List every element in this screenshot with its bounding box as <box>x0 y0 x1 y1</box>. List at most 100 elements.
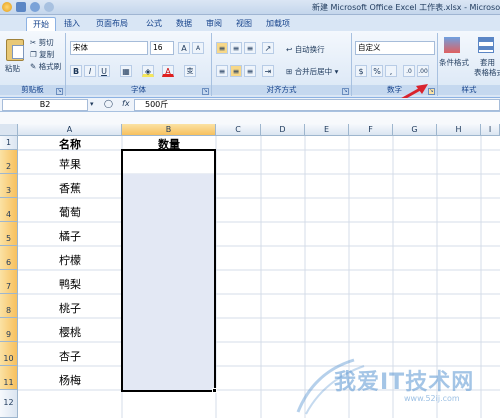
row-header-5[interactable]: 5 <box>0 222 18 246</box>
column-header-h[interactable]: H <box>437 124 481 136</box>
orientation-icon[interactable]: ↗ <box>262 42 274 54</box>
wrap-icon: ↩ <box>286 45 293 54</box>
align-right-icon[interactable]: ≡ <box>244 65 256 77</box>
comma-button[interactable]: , <box>385 65 397 77</box>
conditional-format-button[interactable]: 条件格式 <box>439 57 469 68</box>
row-header-4[interactable]: 4 <box>0 198 18 222</box>
align-center-icon[interactable]: ≡ <box>230 65 242 77</box>
shrink-font-button[interactable]: A <box>192 42 204 54</box>
row-header-11[interactable]: 11 <box>0 366 18 390</box>
tab-addins[interactable]: 加载项 <box>260 17 296 31</box>
indent-icon[interactable]: ⇥ <box>262 65 274 77</box>
fill-handle[interactable] <box>212 388 217 393</box>
row-header-1[interactable]: 1 <box>0 136 18 150</box>
formula-bar: B2 ▾ ◯ fx 500斤 <box>0 98 500 112</box>
alignment-group: ≡ ≡ ≡ ↗ ≡ ≡ ≡ ⇥ ↩ 自动换行 ⊞ 合并后居中 ▾ 对齐方式 ↘ <box>212 33 352 96</box>
undo-icon[interactable] <box>30 2 40 12</box>
row-header-7[interactable]: 7 <box>0 270 18 294</box>
tab-page-layout[interactable]: 页面布局 <box>90 17 134 31</box>
selection-border[interactable] <box>121 149 216 392</box>
row-header-9[interactable]: 9 <box>0 318 18 342</box>
row-header-8[interactable]: 8 <box>0 294 18 318</box>
save-icon[interactable] <box>16 2 26 12</box>
office-button-icon[interactable] <box>2 2 12 12</box>
expand-icon[interactable]: ◯ <box>104 99 113 108</box>
title-bar: 新建 Microsoft Office Excel 工作表.xlsx - Mic… <box>0 0 500 15</box>
merge-center-button[interactable]: ⊞ 合并后居中 ▾ <box>286 66 338 77</box>
column-header-b[interactable]: B <box>122 124 216 136</box>
percent-button[interactable]: % <box>371 65 383 77</box>
row-header-3[interactable]: 3 <box>0 174 18 198</box>
tab-review[interactable]: 审阅 <box>200 17 228 31</box>
phonetic-button[interactable]: 变 <box>184 65 196 77</box>
cell-a3[interactable]: 香蕉 <box>18 180 122 196</box>
italic-button[interactable]: I <box>84 65 96 77</box>
grow-font-button[interactable]: A <box>178 42 190 54</box>
cell-a6[interactable]: 柠檬 <box>18 252 122 268</box>
column-header-e[interactable]: E <box>305 124 349 136</box>
column-header-a[interactable]: A <box>18 124 122 136</box>
scissors-icon: ✂ <box>30 38 37 47</box>
tab-home[interactable]: 开始 <box>26 17 56 31</box>
table-format-icon[interactable] <box>478 37 494 53</box>
bold-button[interactable]: B <box>70 65 82 77</box>
font-launcher-icon[interactable]: ↘ <box>202 88 209 95</box>
align-middle-icon[interactable]: ≡ <box>230 42 242 54</box>
borders-icon[interactable]: ▦ <box>120 65 132 77</box>
copy-icon: ❐ <box>30 50 37 59</box>
align-top-icon[interactable]: ≡ <box>216 42 228 54</box>
cell-a7[interactable]: 鸭梨 <box>18 276 122 292</box>
column-header-f[interactable]: F <box>349 124 393 136</box>
number-format-select[interactable]: 自定义 <box>355 41 435 55</box>
cell-a5[interactable]: 橘子 <box>18 228 122 244</box>
font-color-icon[interactable]: A <box>162 65 174 77</box>
font-size-select[interactable]: 16 <box>150 41 174 55</box>
align-left-icon[interactable]: ≡ <box>216 65 228 77</box>
brush-icon: ✎ <box>30 62 37 71</box>
alignment-launcher-icon[interactable]: ↘ <box>342 88 349 95</box>
copy-button[interactable]: ❐ 复制 <box>30 49 54 60</box>
tab-data[interactable]: 数据 <box>170 17 198 31</box>
cell-a2[interactable]: 苹果 <box>18 156 122 172</box>
cell-a4[interactable]: 葡萄 <box>18 204 122 220</box>
name-box[interactable]: B2 <box>2 99 88 111</box>
merge-icon: ⊞ <box>286 67 293 76</box>
font-label: 字体 <box>66 85 211 95</box>
row-header-2[interactable]: 2 <box>0 150 18 174</box>
cut-button[interactable]: ✂ 剪切 <box>30 37 54 48</box>
cell-a1[interactable]: 名称 <box>18 136 122 152</box>
conditional-format-icon[interactable] <box>444 37 460 53</box>
decrease-decimal-icon[interactable]: .00 <box>417 65 429 77</box>
row-header-12[interactable]: 12 <box>0 390 18 418</box>
fx-icon[interactable]: fx <box>122 99 130 108</box>
cell-a8[interactable]: 桃子 <box>18 300 122 316</box>
clipboard-launcher-icon[interactable]: ↘ <box>56 88 63 95</box>
currency-icon[interactable]: $ <box>355 65 367 77</box>
wrap-text-button[interactable]: ↩ 自动换行 <box>286 44 325 55</box>
cell-a10[interactable]: 杏子 <box>18 348 122 364</box>
row-header-10[interactable]: 10 <box>0 342 18 366</box>
watermark: 我爱IT技术网 www.52ij.com <box>294 352 500 418</box>
underline-button[interactable]: U <box>98 65 110 77</box>
tab-view[interactable]: 视图 <box>230 17 258 31</box>
cell-a11[interactable]: 杨梅 <box>18 372 122 388</box>
format-painter-button[interactable]: ✎ 格式刷 <box>30 61 61 72</box>
tab-formulas[interactable]: 公式 <box>140 17 168 31</box>
tab-insert[interactable]: 插入 <box>58 17 86 31</box>
column-header-i[interactable]: I <box>481 124 500 136</box>
cell-a9[interactable]: 樱桃 <box>18 324 122 340</box>
fill-color-icon[interactable]: ◈ <box>142 65 154 77</box>
select-all-corner[interactable] <box>0 124 18 136</box>
paste-button[interactable]: 粘贴 <box>5 63 20 74</box>
increase-decimal-icon[interactable]: .0 <box>403 65 415 77</box>
table-format-button-line2[interactable]: 表格格式 <box>474 67 500 78</box>
redo-icon[interactable] <box>44 2 54 12</box>
formula-input[interactable]: 500斤 <box>134 99 500 111</box>
column-header-d[interactable]: D <box>261 124 305 136</box>
column-header-c[interactable]: C <box>216 124 261 136</box>
row-header-6[interactable]: 6 <box>0 246 18 270</box>
name-box-dropdown-icon[interactable]: ▾ <box>90 100 94 108</box>
column-header-g[interactable]: G <box>393 124 437 136</box>
font-name-select[interactable]: 宋体 <box>70 41 148 55</box>
align-bottom-icon[interactable]: ≡ <box>244 42 256 54</box>
